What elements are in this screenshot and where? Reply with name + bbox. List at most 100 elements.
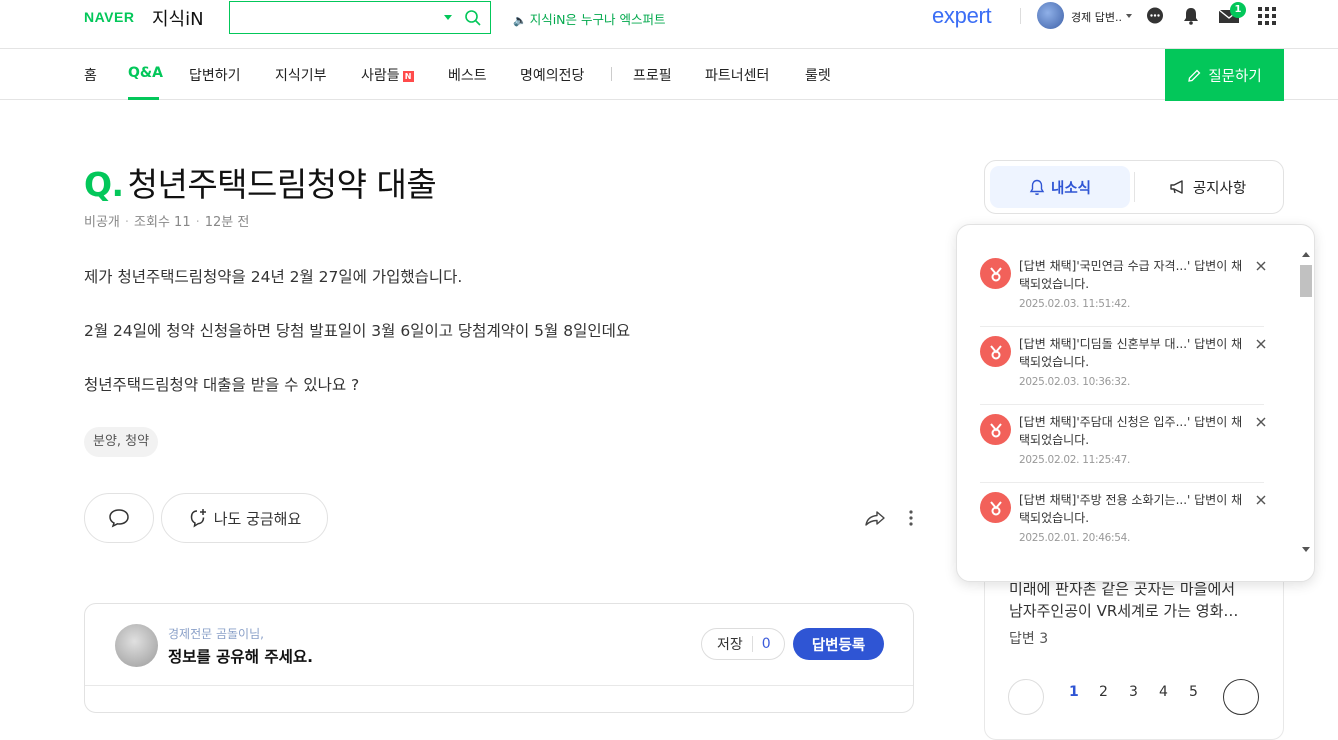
notification-popup: [답변 채택]'국민연금 수급 자격...' 답변이 채택되었습니다. 2025… [956,224,1315,582]
body-line: 청년주택드림청약 대출을 받을 수 있나요 ? [84,376,360,394]
answer-selected-icon [980,414,1011,445]
save-draft-button[interactable]: 저장 0 [701,628,785,660]
new-badge: N [402,71,414,82]
q-mark: Q. [84,165,124,204]
notification-message: [답변 채택]'주방 전용 소화기는...' 답변이 채택되었습니다. [1019,493,1243,525]
card-divider [85,685,913,686]
jisikin-logo[interactable]: 지식iN [152,5,204,31]
notification-item[interactable]: [답변 채택]'디딤돌 신혼부부 대...' 답변이 채택되었습니다. 2025… [980,327,1266,405]
notification-message: [답변 채택]'국민연금 수급 자격...' 답변이 채택되었습니다. [1019,259,1243,291]
notification-time: 2025.02.02. 11:25:47. [1019,454,1130,466]
tab-notice-label: 공지사항 [1192,180,1247,197]
notification-item[interactable]: [답변 채택]'주방 전용 소화기는...' 답변이 채택되었습니다. 2025… [980,483,1266,561]
naver-logo[interactable]: NAVER [84,9,134,25]
view-count: 조회수 11 [134,215,191,230]
top-header: NAVER 지식iN 🔈 지식iN은 누구나 엑스퍼트 expert 경제 답변.… [0,0,1338,48]
user-menu-caret-icon[interactable] [1126,14,1132,18]
nav-active-indicator [128,97,159,100]
user-name[interactable]: 경제 답변.. [1071,9,1122,25]
answer-selected-icon [980,336,1011,367]
nav-home[interactable]: 홈 [84,65,97,85]
share-icon[interactable] [864,508,886,528]
body-line: 제가 청년주택드림청약을 24년 2월 27일에 가입했습니다. [84,268,463,286]
side-card-answer-count: 답변 3 [1009,631,1049,647]
promo-link[interactable]: 🔈 지식iN은 누구나 엑스퍼트 [513,9,665,28]
expert-logo[interactable]: expert [932,3,992,29]
ask-question-label: 질문하기 [1208,68,1262,85]
nav-qa[interactable]: Q&A [128,65,163,81]
nav-answer[interactable]: 답변하기 [189,65,241,85]
answer-selected-icon [980,258,1011,289]
nav-donate[interactable]: 지식기부 [275,65,327,85]
megaphone-icon [1170,180,1183,194]
tab-notice[interactable]: 공지사항 [1135,166,1280,208]
question-title: Q. 청년주택드림청약 대출 [84,158,437,206]
scrollbar-thumb[interactable] [1300,265,1312,297]
register-answer-button[interactable]: 답변등록 [793,628,884,660]
close-icon[interactable] [1256,495,1266,505]
close-icon[interactable] [1256,417,1266,427]
pager-page[interactable]: 5 [1189,684,1198,700]
search-icon[interactable] [464,9,482,27]
pager-page[interactable]: 3 [1129,684,1138,700]
comment-button[interactable] [84,493,154,543]
pencil-icon [1188,69,1201,82]
notification-time: 2025.02.03. 10:36:32. [1019,376,1130,388]
curious-too-button[interactable]: 나도 궁금해요 [161,493,328,543]
search-dropdown-icon[interactable] [444,15,452,20]
user-avatar[interactable] [1037,2,1064,29]
notification-bell-icon[interactable] [1181,6,1201,26]
notification-time: 2025.02.03. 11:51:42. [1019,298,1130,310]
nav-separator [611,67,612,81]
nav-hall-of-fame[interactable]: 명예의전당 [520,65,584,85]
ask-question-button[interactable]: 질문하기 [1165,49,1284,101]
save-label: 저장 [717,637,743,653]
question-tag[interactable]: 분양, 청약 [84,427,159,457]
scroll-down-icon[interactable] [1302,547,1310,552]
nav-profile[interactable]: 프로필 [633,65,672,85]
scroll-up-icon[interactable] [1302,252,1310,257]
answer-compose-card: 경제전문 곰돌이님, 정보를 공유해 주세요. 저장 0 답변등록 [84,603,914,713]
save-separator [751,636,753,652]
answer-prompt: 정보를 공유해 주세요. [168,648,314,666]
author-visibility: 비공개 [84,215,120,230]
nav-people[interactable]: 사람들 N [361,65,414,85]
notification-time: 2025.02.01. 20:46:54. [1019,532,1130,544]
notification-message: [답변 채택]'디딤돌 신혼부부 대...' 답변이 채택되었습니다. [1019,337,1243,369]
body-line: 2월 24일에 청약 신청을하면 당첨 발표일이 3월 6일이고 당첨계약이 5… [84,322,631,340]
speaker-icon: 🔈 [513,14,527,27]
tab-my-news[interactable]: 내소식 [990,166,1130,208]
main-nav: 홈 Q&A 답변하기 지식기부 사람들 N 베스트 명예의전당 프로필 파트너센터… [0,48,1338,101]
notification-message: [답변 채택]'주담대 신청은 입주...' 답변이 채택되었습니다. [1019,415,1243,447]
answer-selected-icon [980,492,1011,523]
pager-page[interactable]: 1 [1069,684,1079,700]
notification-item[interactable]: [답변 채택]'주담대 신청은 입주...' 답변이 채택되었습니다. 2025… [980,405,1266,483]
comment-icon [109,509,129,528]
close-icon[interactable] [1256,339,1266,349]
posted-time: 12분 전 [204,215,250,230]
promo-text: 지식iN은 누구나 엑스퍼트 [529,12,666,27]
pager-page[interactable]: 4 [1159,684,1168,700]
news-tabs: 내소식 공지사항 [984,160,1284,214]
notification-item[interactable]: [답변 채택]'국민연금 수급 자격...' 답변이 채택되었습니다. 2025… [980,249,1266,327]
nav-roulette[interactable]: 룰렛 [805,65,831,85]
answerer-avatar [115,624,158,667]
search-input[interactable] [236,6,436,29]
close-icon[interactable] [1256,261,1266,271]
nav-best[interactable]: 베스트 [448,65,487,85]
talk-icon[interactable] [1145,6,1165,26]
more-options-icon[interactable] [906,508,916,528]
pager-page[interactable]: 2 [1099,684,1108,700]
mail-count-badge: 1 [1230,2,1246,18]
curious-icon [190,509,206,528]
save-count: 0 [761,636,771,652]
apps-grid-icon[interactable] [1258,6,1276,26]
search-box [229,1,491,34]
answerer-name: 경제전문 곰돌이님, [168,627,264,641]
pager-prev-button[interactable] [1008,679,1044,715]
pager-next-button[interactable] [1223,679,1259,715]
side-card-text[interactable]: 남자주인공이 VR세계로 가는 영화… [1009,600,1238,621]
question-meta: 비공개 · 조회수 11 · 12분 전 [84,215,250,230]
nav-partner-center[interactable]: 파트너센터 [705,65,769,85]
curious-too-label: 나도 궁금해요 [213,509,302,528]
